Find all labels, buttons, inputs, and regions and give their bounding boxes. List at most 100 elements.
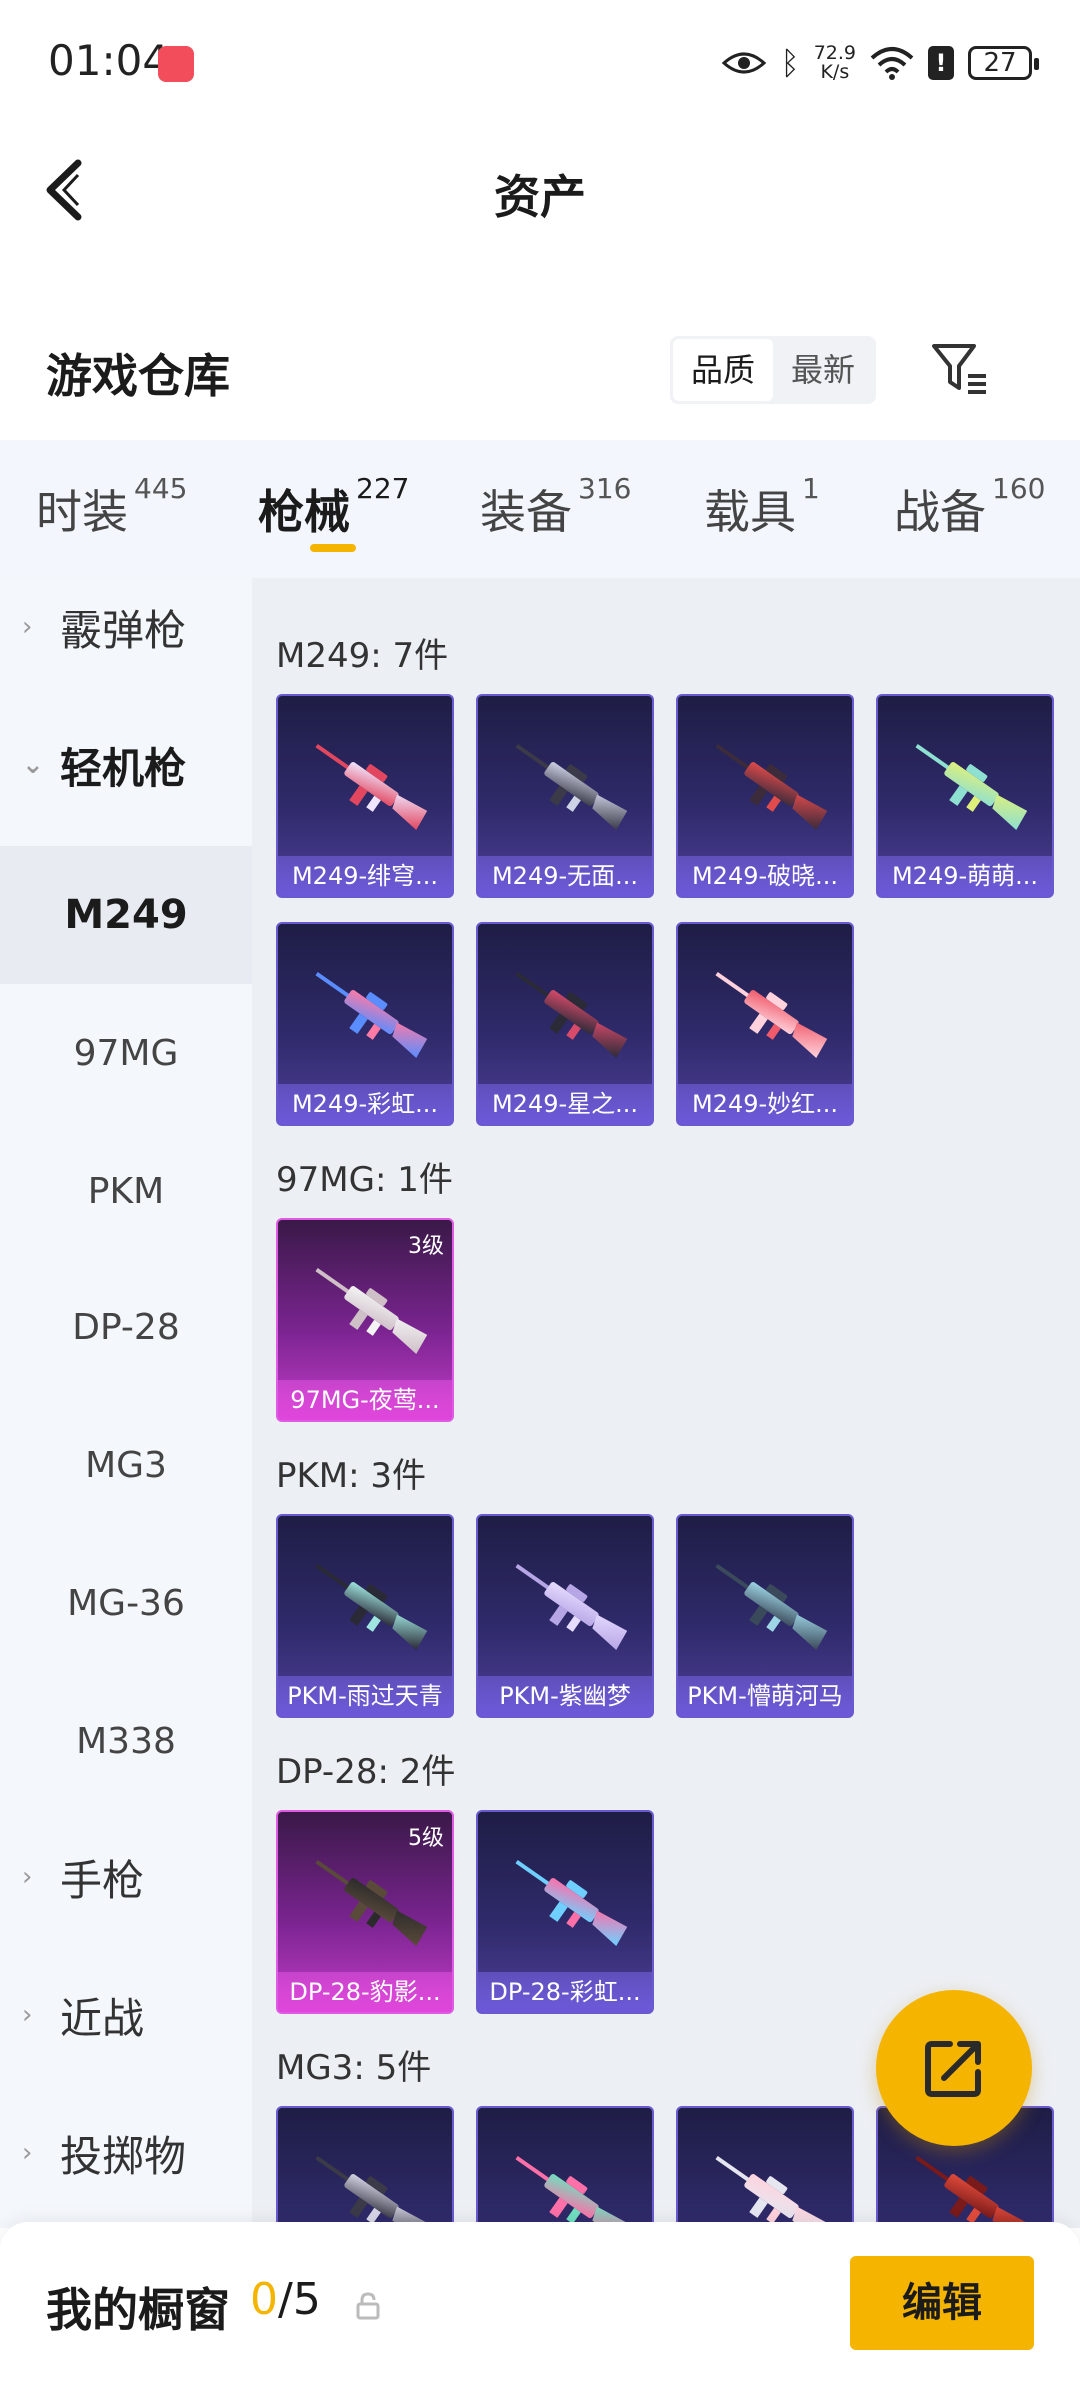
weapon-artwork	[515, 1859, 628, 1947]
tab-label: 枪械	[258, 485, 350, 539]
weapon-card[interactable]: M249-萌萌...	[876, 694, 1054, 898]
weapon-card[interactable]: M249-破晓...	[676, 694, 854, 898]
chevron-right-icon: ›	[22, 2138, 33, 2168]
tab-fashion[interactable]: 时装 445	[36, 472, 187, 542]
top-nav: 资产	[0, 125, 1080, 250]
filter-icon[interactable]	[930, 340, 990, 396]
weapon-card[interactable]: M249-彩虹...	[276, 922, 454, 1126]
card-label: M249-破晓...	[678, 856, 852, 896]
weapon-card[interactable]: M249-星之...	[476, 922, 654, 1126]
chevron-right-icon: ›	[22, 1862, 33, 1892]
weapon-card[interactable]	[476, 2106, 654, 2228]
sidebar-group-lmg[interactable]: ⌄ 轻机枪	[0, 720, 252, 810]
sidebar-group-label: 近战	[60, 1993, 145, 2043]
card-label: DP-28-彩虹...	[478, 1972, 652, 2012]
showcase-total: /5	[278, 2274, 321, 2325]
sidebar-group-shotgun[interactable]: › 霰弹枪	[0, 582, 252, 672]
edit-button[interactable]: 编辑	[850, 2256, 1034, 2350]
sort-toggle: 品质 最新	[670, 336, 876, 404]
chevron-right-icon: ›	[22, 2000, 33, 2030]
weapon-card[interactable]	[276, 2106, 454, 2228]
weapon-grid: M249: 7件 M249-绯穹... M249-无面... M249-破晓..…	[252, 578, 1080, 2228]
eye-icon	[722, 52, 767, 74]
tab-supplies[interactable]: 战备 160	[894, 472, 1045, 542]
sidebar-group-throwables[interactable]: › 投掷物	[0, 2108, 252, 2198]
sidebar-item-m249[interactable]: M249	[0, 846, 252, 984]
weapon-card[interactable]	[676, 2106, 854, 2228]
share-external-icon	[925, 2041, 981, 2097]
card-label: PKM-雨过天青	[278, 1676, 452, 1716]
weapon-artwork	[515, 1563, 628, 1651]
chevron-down-icon: ⌄	[22, 750, 44, 780]
card-label: M249-无面...	[478, 856, 652, 896]
card-label: M249-绯穹...	[278, 856, 452, 896]
tab-vehicles[interactable]: 载具 1	[704, 472, 820, 542]
sidebar-group-label: 轻机枪	[60, 743, 187, 793]
tab-label: 战备	[894, 485, 986, 539]
tab-label: 时装	[36, 485, 128, 539]
showcase-label: 我的橱窗	[46, 2283, 230, 2337]
sidebar-group-melee[interactable]: › 近战	[0, 1970, 252, 2060]
weapon-artwork	[315, 743, 428, 831]
tab-count: 316	[578, 472, 632, 505]
sidebar-group-pistol[interactable]: › 手枪	[0, 1832, 252, 1922]
card-level: 5级	[408, 1826, 444, 1851]
battery-icon: 27	[968, 46, 1039, 80]
weapon-card[interactable]: PKM-懵萌河马	[676, 1514, 854, 1718]
section-heading-mg3: MG3: 5件	[276, 2048, 432, 2088]
share-fab-button[interactable]	[876, 1990, 1032, 2146]
section-heading-pkm: PKM: 3件	[276, 1456, 427, 1496]
card-label: PKM-懵萌河马	[678, 1676, 852, 1716]
weapon-artwork	[315, 1859, 428, 1947]
tab-equipment[interactable]: 装备 316	[480, 472, 631, 542]
weapon-artwork	[715, 971, 828, 1059]
card-label: M249-星之...	[478, 1084, 652, 1124]
weapon-artwork	[515, 971, 628, 1059]
wifi-icon	[870, 47, 914, 80]
tab-firearms[interactable]: 枪械 227	[258, 472, 409, 542]
sidebar-group-label: 手枪	[60, 1855, 145, 1905]
tab-count: 1	[802, 472, 820, 505]
sidebar-item-mg36[interactable]: MG-36	[0, 1534, 252, 1672]
sidebar-item-m338[interactable]: M338	[0, 1672, 252, 1810]
weapon-artwork	[315, 1267, 428, 1355]
weapon-artwork	[715, 743, 828, 831]
status-bar: 01:04 ᛒ 72.9 K/s ! 27	[0, 0, 1080, 125]
tab-count: 445	[134, 472, 188, 505]
status-time: 01:04	[48, 36, 170, 85]
notification-app-icon	[158, 46, 194, 82]
weapon-card[interactable]: DP-28-彩虹...	[476, 1810, 654, 2014]
alert-icon: !	[928, 46, 954, 80]
tab-label: 装备	[480, 485, 572, 539]
card-label: PKM-紫幽梦	[478, 1676, 652, 1716]
weapon-card[interactable]: M249-绯穹...	[276, 694, 454, 898]
weapon-artwork	[515, 743, 628, 831]
card-label: M249-萌萌...	[878, 856, 1052, 896]
sidebar-item-pkm[interactable]: PKM	[0, 1122, 252, 1260]
sidebar-item-mg3[interactable]: MG3	[0, 1396, 252, 1534]
weapon-artwork	[315, 2155, 428, 2228]
weapon-artwork	[915, 2155, 1028, 2228]
sidebar-item-97mg[interactable]: 97MG	[0, 984, 252, 1122]
warehouse-title: 游戏仓库	[46, 349, 230, 403]
weapon-card[interactable]: PKM-紫幽梦	[476, 1514, 654, 1718]
card-label: DP-28-豹影...	[278, 1972, 452, 2012]
weapon-card[interactable]: 5级 DP-28-豹影...	[276, 1810, 454, 2014]
lock-icon	[356, 2292, 380, 2320]
weapon-artwork	[715, 1563, 828, 1651]
weapon-artwork	[315, 1563, 428, 1651]
weapon-card[interactable]: PKM-雨过天青	[276, 1514, 454, 1718]
weapon-card[interactable]: 3级 97MG-夜莺...	[276, 1218, 454, 1422]
weapon-card[interactable]: M249-无面...	[476, 694, 654, 898]
sidebar-item-dp28[interactable]: DP-28	[0, 1258, 252, 1396]
showcase-count: 0/5	[250, 2274, 321, 2325]
tab-count: 227	[356, 472, 410, 505]
card-label: 97MG-夜莺...	[278, 1380, 452, 1420]
sort-option-latest[interactable]: 最新	[773, 339, 873, 401]
showcase-current: 0	[250, 2274, 278, 2325]
weapon-card[interactable]: M249-妙红...	[676, 922, 854, 1126]
sort-option-quality[interactable]: 品质	[673, 339, 773, 401]
net-speed: 72.9 K/s	[814, 44, 856, 82]
category-tabs: 时装 445 枪械 227 装备 316 载具 1 战备 160	[0, 440, 1080, 578]
status-icons: ᛒ 72.9 K/s ! 27	[722, 38, 1039, 88]
